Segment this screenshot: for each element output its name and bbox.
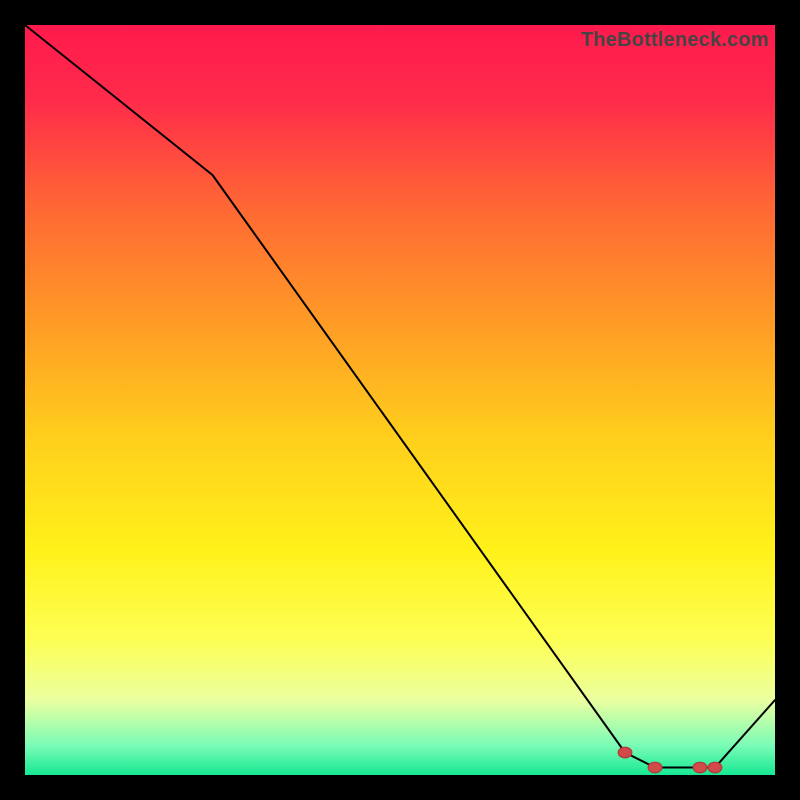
chart-root: TheBottleneck.com	[0, 0, 800, 800]
marker-point	[693, 762, 707, 773]
watermark-text: TheBottleneck.com	[581, 29, 769, 52]
markers-group	[618, 747, 722, 773]
bottleneck-line	[25, 25, 775, 768]
plot-area: TheBottleneck.com	[25, 25, 775, 775]
marker-point	[708, 762, 722, 773]
marker-point	[618, 747, 632, 758]
marker-point	[648, 762, 662, 773]
chart-svg	[25, 25, 775, 775]
